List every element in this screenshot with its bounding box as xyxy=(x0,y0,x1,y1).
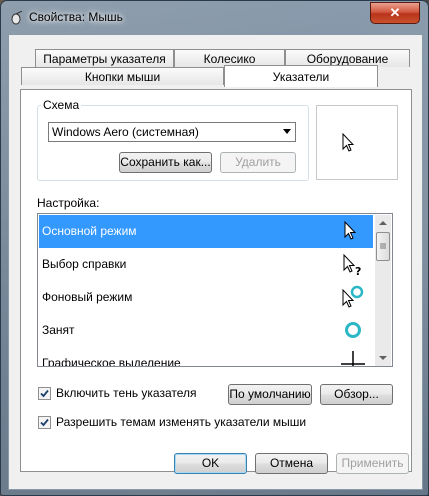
scroll-thumb[interactable] xyxy=(376,232,390,261)
tab-pointer-options[interactable]: Параметры указателя xyxy=(35,49,174,67)
chevron-down-icon xyxy=(379,356,387,360)
themes-checkbox-label[interactable]: Разрешить темам изменять указатели мыши xyxy=(56,415,306,429)
scheme-select-value: Windows Aero (системная) xyxy=(52,125,199,139)
list-item-precision-select[interactable]: Графическое выделение xyxy=(39,347,373,367)
tab-pointers[interactable]: Указатели xyxy=(224,65,378,87)
list-item-help-select[interactable]: Выбор справки ? xyxy=(39,248,373,281)
customize-label: Настройка: xyxy=(37,196,100,210)
shadow-checkbox-label[interactable]: Включить тень указателя xyxy=(56,386,197,400)
pointer-list[interactable]: Основной режим Выбор справки ? Фоновый р… xyxy=(37,213,393,367)
arrow-cursor-icon xyxy=(342,133,354,152)
title-bar[interactable]: Свойства: Мышь ✕ xyxy=(1,1,428,37)
mouse-properties-window: Свойства: Мышь ✕ Параметры указателя Кол… xyxy=(0,0,429,496)
checkmark-icon xyxy=(40,389,49,398)
list-item-busy[interactable]: Занят xyxy=(39,314,373,347)
mouse-icon xyxy=(11,11,23,25)
browse-button[interactable]: Обзор... xyxy=(320,384,393,405)
list-item-normal-select[interactable]: Основной режим xyxy=(39,215,373,248)
busy-cursor-icon xyxy=(345,322,361,338)
list-scrollbar[interactable] xyxy=(375,215,391,366)
cancel-button[interactable]: Отмена xyxy=(255,453,328,474)
help-cursor-icon: ? xyxy=(343,253,361,278)
ok-button[interactable]: OK xyxy=(174,453,247,474)
grip-icon xyxy=(380,243,386,249)
list-item-working-in-background[interactable]: Фоновый режим xyxy=(39,281,373,314)
tab-buttons[interactable]: Кнопки мыши xyxy=(21,67,224,85)
scheme-select[interactable]: Windows Aero (системная) xyxy=(48,122,296,142)
delete-scheme-button[interactable]: Удалить xyxy=(220,152,296,173)
working-in-background-cursor-icon xyxy=(342,285,364,308)
list-item-label: Основной режим xyxy=(42,224,137,238)
chevron-up-icon xyxy=(379,221,387,225)
chevron-down-icon[interactable] xyxy=(283,129,291,134)
pointers-panel: Схема Windows Aero (системная) Сохранить… xyxy=(20,89,412,472)
list-item-label: Графическое выделение xyxy=(42,356,181,367)
list-item-label: Фоновый режим xyxy=(42,290,133,304)
save-as-button[interactable]: Сохранить как... xyxy=(119,152,212,173)
scroll-up-button[interactable] xyxy=(375,215,391,231)
checkmark-icon xyxy=(40,418,49,427)
shadow-checkbox[interactable] xyxy=(38,387,51,400)
pointer-preview xyxy=(316,105,398,180)
svg-text:?: ? xyxy=(355,265,361,278)
list-item-label: Занят xyxy=(42,323,75,337)
window-title: Свойства: Мышь xyxy=(29,10,123,24)
close-button[interactable]: ✕ xyxy=(370,2,420,24)
dialog-client-area: Параметры указателя Колесико Оборудовани… xyxy=(8,34,423,490)
scheme-group-label: Схема xyxy=(41,98,82,112)
use-default-button[interactable]: По умолчанию xyxy=(228,384,312,405)
precision-select-cursor-icon xyxy=(341,351,365,366)
scroll-down-button[interactable] xyxy=(375,350,391,366)
arrow-cursor-icon xyxy=(344,220,357,240)
list-item-label: Выбор справки xyxy=(42,257,127,271)
themes-checkbox[interactable] xyxy=(38,416,51,429)
apply-button[interactable]: Применить xyxy=(336,453,409,474)
